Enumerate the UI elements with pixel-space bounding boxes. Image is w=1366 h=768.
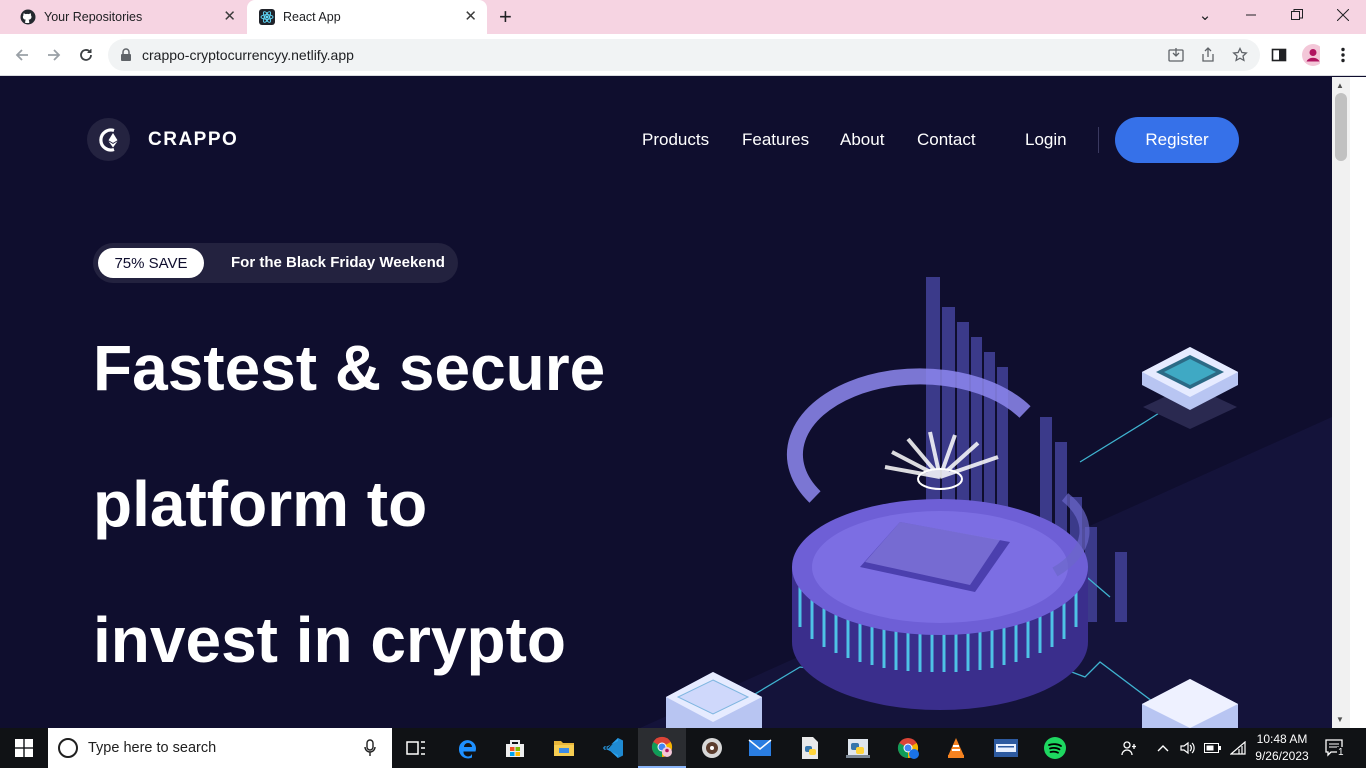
vscode-icon[interactable] xyxy=(589,728,637,768)
profile-avatar-icon[interactable] xyxy=(1302,44,1320,66)
battery-icon[interactable] xyxy=(1201,728,1225,768)
tab-your-repositories[interactable]: Your Repositories ✕ xyxy=(0,0,246,34)
scroll-up-icon[interactable]: ▲ xyxy=(1336,81,1344,90)
cortana-icon xyxy=(58,738,78,758)
tab-react-app[interactable]: React App ✕ xyxy=(247,0,487,34)
nav-divider xyxy=(1098,127,1099,153)
nav-link-products[interactable]: Products xyxy=(642,130,709,150)
browser-tab-strip: Your Repositories ✕ React App ✕ + ⌄ xyxy=(0,0,1366,34)
more-menu-icon[interactable] xyxy=(1334,46,1352,64)
python-file-icon[interactable] xyxy=(786,728,834,768)
nav-link-contact[interactable]: Contact xyxy=(917,130,976,150)
browser-toolbar: crappo-cryptocurrencyy.netlify.app xyxy=(0,34,1366,76)
windows-taskbar: Type here to search 10:48 AM 9/26/2023 1 xyxy=(0,728,1366,768)
camera-app-icon[interactable] xyxy=(982,728,1030,768)
site-logo[interactable]: CRAPPO xyxy=(87,118,238,161)
url-text[interactable]: crappo-cryptocurrencyy.netlify.app xyxy=(142,47,354,63)
bookmark-star-icon[interactable] xyxy=(1231,46,1249,64)
minimize-icon[interactable] xyxy=(1228,0,1274,30)
notifications-icon[interactable]: 1 xyxy=(1320,728,1350,768)
search-placeholder: Type here to search xyxy=(88,740,217,756)
window-edge xyxy=(1350,77,1366,728)
spotify-icon[interactable] xyxy=(1031,728,1079,768)
media-player-icon[interactable] xyxy=(688,728,736,768)
chrome-taskbar-icon[interactable] xyxy=(638,728,686,768)
python-icon[interactable] xyxy=(834,728,882,768)
clock-time: 10:48 AM xyxy=(1256,732,1308,746)
taskbar-clock[interactable]: 10:48 AM 9/26/2023 xyxy=(1250,731,1314,765)
logo-text: CRAPPO xyxy=(148,128,239,150)
new-tab-button[interactable]: + xyxy=(499,6,512,28)
tab-title: React App xyxy=(283,10,341,24)
page-scrollbar[interactable]: ▲ ▼ xyxy=(1332,77,1350,728)
wifi-icon[interactable] xyxy=(1226,728,1250,768)
people-icon[interactable] xyxy=(1116,728,1142,768)
microsoft-store-icon[interactable] xyxy=(491,728,539,768)
hero-bitcoin-illustration xyxy=(640,277,1332,728)
nav-link-about[interactable]: About xyxy=(840,130,884,150)
chrome-profile-icon[interactable] xyxy=(884,728,932,768)
file-explorer-icon[interactable] xyxy=(540,728,588,768)
scrollbar-thumb[interactable] xyxy=(1335,93,1347,161)
side-panel-icon[interactable] xyxy=(1270,46,1288,64)
promo-text: For the Black Friday Weekend xyxy=(231,254,445,271)
forward-icon[interactable] xyxy=(42,43,66,67)
edge-browser-icon[interactable] xyxy=(443,728,491,768)
close-tab-icon[interactable]: ✕ xyxy=(223,9,236,25)
restore-icon[interactable] xyxy=(1274,0,1320,30)
task-view-icon[interactable] xyxy=(392,728,440,768)
nav-link-features[interactable]: Features xyxy=(742,130,809,150)
login-link[interactable]: Login xyxy=(1025,130,1067,150)
hero-headline-line-1: Fastest & secure xyxy=(93,332,606,404)
promo-badge: 75% SAVE xyxy=(98,248,204,278)
address-bar[interactable]: crappo-cryptocurrencyy.netlify.app xyxy=(108,39,1260,71)
install-app-icon[interactable] xyxy=(1167,46,1185,64)
microphone-icon[interactable] xyxy=(364,739,376,762)
taskbar-search-box[interactable]: Type here to search xyxy=(48,728,392,768)
scroll-down-icon[interactable]: ▼ xyxy=(1336,715,1344,724)
tab-search-chevron-icon[interactable]: ⌄ xyxy=(1182,0,1228,30)
mail-icon[interactable] xyxy=(736,728,784,768)
react-icon xyxy=(259,9,275,25)
vlc-icon[interactable] xyxy=(932,728,980,768)
close-tab-icon[interactable]: ✕ xyxy=(464,9,477,25)
volume-icon[interactable] xyxy=(1176,728,1200,768)
reload-icon[interactable] xyxy=(74,43,98,67)
crappo-landing-page: CRAPPO Products Features About Contact L… xyxy=(0,77,1332,728)
lock-icon[interactable] xyxy=(120,48,132,67)
chevron-up-icon[interactable] xyxy=(1152,728,1174,768)
share-icon[interactable] xyxy=(1199,46,1217,64)
crappo-logo-icon xyxy=(87,118,130,161)
promo-banner: 75% SAVE For the Black Friday Weekend xyxy=(93,243,458,283)
notification-count: 1 xyxy=(1337,747,1345,758)
hero-headline-line-2: platform to xyxy=(93,468,428,540)
close-window-icon[interactable] xyxy=(1320,0,1366,30)
github-icon xyxy=(20,9,36,25)
register-button[interactable]: Register xyxy=(1115,117,1239,163)
back-icon[interactable] xyxy=(10,43,34,67)
windows-start-icon[interactable] xyxy=(0,728,48,768)
tab-title: Your Repositories xyxy=(44,10,143,24)
hero-headline-line-3: invest in crypto xyxy=(93,604,566,676)
clock-date: 9/26/2023 xyxy=(1255,749,1309,763)
